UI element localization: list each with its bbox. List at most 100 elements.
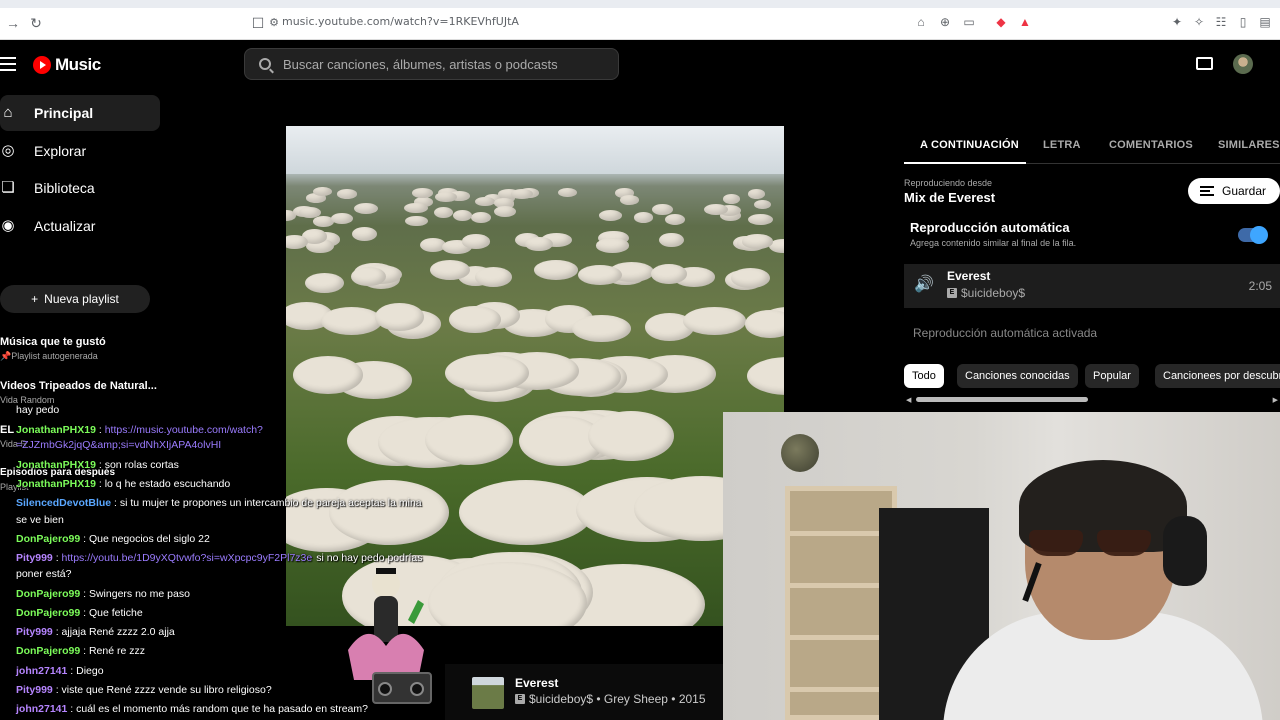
- playlist-subtitle: 📌Playlist autogenerada: [0, 351, 98, 361]
- sheep: [351, 226, 378, 242]
- chat-username[interactable]: DonPajero99: [16, 645, 80, 657]
- sheep: [412, 188, 433, 199]
- chat-link[interactable]: =ZJZmbGk2jqQ&amp;si=vdNhXIjAPA4olvHI: [16, 439, 221, 451]
- autoplay-toggle[interactable]: [1238, 226, 1268, 244]
- chat-link[interactable]: https://youtu.be/1D9yXQtvwfo?si=wXpcpc9y…: [62, 552, 313, 564]
- chat-link[interactable]: https://music.youtube.com/watch?: [105, 424, 263, 436]
- chat-message: =ZJZmbGk2jqQ&amp;si=vdNhXIjAPA4olvHI: [16, 439, 221, 452]
- sheep: [683, 306, 746, 335]
- wallet-icon[interactable]: ▤: [1258, 15, 1272, 29]
- chat-separator: :: [80, 645, 89, 657]
- tab-letra[interactable]: LETRA: [1043, 139, 1081, 151]
- playlist-title[interactable]: Videos Tripeados de Natural...: [0, 380, 160, 392]
- save-button[interactable]: Guardar: [1188, 178, 1280, 204]
- sunglasses: [1029, 530, 1157, 560]
- playlist-add-icon: [1200, 184, 1214, 198]
- tab-a-continuacion[interactable]: A CONTINUACIÓN: [920, 139, 1019, 151]
- chat-username[interactable]: JonathanPHX19: [16, 424, 96, 436]
- sheep: [730, 267, 770, 288]
- chip-por-descubrir[interactable]: Cancionees por descubrir: [1155, 364, 1280, 388]
- sheep: [434, 207, 454, 219]
- now-playing-subtitle: E $uicideboy$ • Grey Sheep • 2015: [515, 692, 706, 706]
- sidebar-item-explorar[interactable]: ◎ Explorar: [0, 133, 160, 169]
- globe: [781, 434, 819, 472]
- sheep: [744, 309, 784, 338]
- site-info-icon[interactable]: ⚙: [266, 15, 282, 31]
- extension-icon[interactable]: ✦: [1170, 15, 1184, 29]
- sheep: [434, 192, 458, 202]
- chat-message: DonPajero99 : René re zzz: [16, 645, 145, 658]
- cast-page-icon[interactable]: ▭: [962, 15, 976, 29]
- sheep: [557, 187, 578, 198]
- forward-icon[interactable]: →: [5, 15, 21, 31]
- chat-message: SilencedDevotBlue : si tu mujer te propo…: [16, 497, 422, 510]
- sheep: [449, 305, 502, 334]
- new-playlist-button[interactable]: + Nueva playlist: [0, 285, 150, 313]
- scroll-right-icon[interactable]: ▶: [1273, 396, 1278, 404]
- playing-from-name: Mix de Everest: [904, 190, 996, 205]
- chat-message: DonPajero99 : Que fetiche: [16, 607, 143, 620]
- sidebar-toggle-icon[interactable]: ▯: [1236, 15, 1250, 29]
- playlist-title[interactable]: Música que te gustó: [0, 336, 160, 348]
- queue-item[interactable]: 🔊 Everest E $uicideboy$ 2:05: [904, 264, 1280, 308]
- chip-todo[interactable]: Todo: [904, 364, 944, 388]
- chat-username[interactable]: Pity999: [16, 684, 53, 696]
- puzzle-icon[interactable]: ✧: [1192, 15, 1206, 29]
- downloads-icon[interactable]: ☷: [1214, 15, 1228, 29]
- zoom-icon[interactable]: ⊕: [938, 15, 952, 29]
- home-icon: ⌂: [3, 104, 13, 121]
- chat-text: poner está?: [16, 568, 72, 580]
- chat-username[interactable]: JonathanPHX19: [16, 478, 96, 490]
- chip-popular[interactable]: Popular: [1085, 364, 1139, 388]
- sidebar-item-actualizar[interactable]: ◉ Actualizar: [0, 208, 160, 244]
- chip-canciones-conocidas[interactable]: Canciones conocidas: [957, 364, 1078, 388]
- sheep: [350, 266, 386, 287]
- yt-music-logo[interactable]: Music: [33, 55, 101, 75]
- sheep: [723, 194, 741, 205]
- sheep: [474, 196, 496, 207]
- chat-username[interactable]: JonathanPHX19: [16, 459, 96, 471]
- rewards-icon[interactable]: ▲: [1018, 15, 1032, 29]
- hamburger-menu-icon[interactable]: [0, 57, 16, 71]
- chat-separator: :: [95, 478, 105, 490]
- tab-similares[interactable]: SIMILARES: [1218, 139, 1280, 151]
- browser-tabstrip[interactable]: [0, 0, 1280, 8]
- sidebar-item-label: Biblioteca: [34, 180, 95, 196]
- filter-chips: Todo Canciones conocidas Popular Cancion…: [904, 364, 1280, 388]
- chat-message: john27141 : Diego: [16, 665, 104, 678]
- chat-separator: :: [80, 533, 89, 545]
- tab-comentarios[interactable]: COMENTARIOS: [1109, 139, 1193, 151]
- now-playing-bar[interactable]: Everest E $uicideboy$ • Grey Sheep • 201…: [445, 664, 723, 720]
- reload-icon[interactable]: ↻: [28, 15, 44, 31]
- chat-separator: :: [80, 588, 89, 600]
- chat-username[interactable]: Pity999: [16, 552, 53, 564]
- autoplay-title: Reproducción automática: [910, 220, 1070, 235]
- brave-shield-icon[interactable]: ◆: [994, 15, 1008, 29]
- scrollbar-thumb[interactable]: [916, 397, 1088, 402]
- chat-message: john27141 : cuál es el momento más rando…: [16, 703, 368, 716]
- sidebar-item-biblioteca[interactable]: ❏ Biblioteca: [0, 170, 160, 206]
- chat-username[interactable]: john27141: [16, 703, 67, 715]
- cast-icon[interactable]: [1196, 57, 1213, 70]
- chat-username[interactable]: SilencedDevotBlue: [16, 497, 111, 509]
- sheep: [305, 273, 345, 294]
- compass-icon: ◎: [1, 142, 15, 159]
- search-input[interactable]: [283, 56, 603, 72]
- chat-username[interactable]: DonPajero99: [16, 607, 80, 619]
- chips-scrollbar[interactable]: ◀ ▶: [904, 396, 1280, 404]
- chat-message: Pity999 : viste que René zzzz vende su l…: [16, 684, 272, 697]
- translate-icon[interactable]: ⌂: [914, 15, 928, 29]
- sidebar-item-principal[interactable]: ⌂ Principal: [0, 95, 160, 131]
- sheep: [588, 410, 675, 461]
- chat-text: Que fetiche: [88, 607, 143, 619]
- chat-username[interactable]: john27141: [16, 665, 67, 677]
- bookmark-page-icon[interactable]: ☐: [250, 15, 266, 31]
- chat-username[interactable]: DonPajero99: [16, 533, 80, 545]
- scroll-left-icon[interactable]: ◀: [906, 396, 911, 404]
- chat-username[interactable]: Pity999: [16, 626, 53, 638]
- save-label: Guardar: [1222, 184, 1267, 198]
- chat-username[interactable]: DonPajero99: [16, 588, 80, 600]
- avatar[interactable]: [1233, 54, 1253, 74]
- address-bar[interactable]: music.youtube.com/watch?v=1RKEVhfUJtA: [282, 15, 519, 28]
- search-box[interactable]: [244, 48, 619, 80]
